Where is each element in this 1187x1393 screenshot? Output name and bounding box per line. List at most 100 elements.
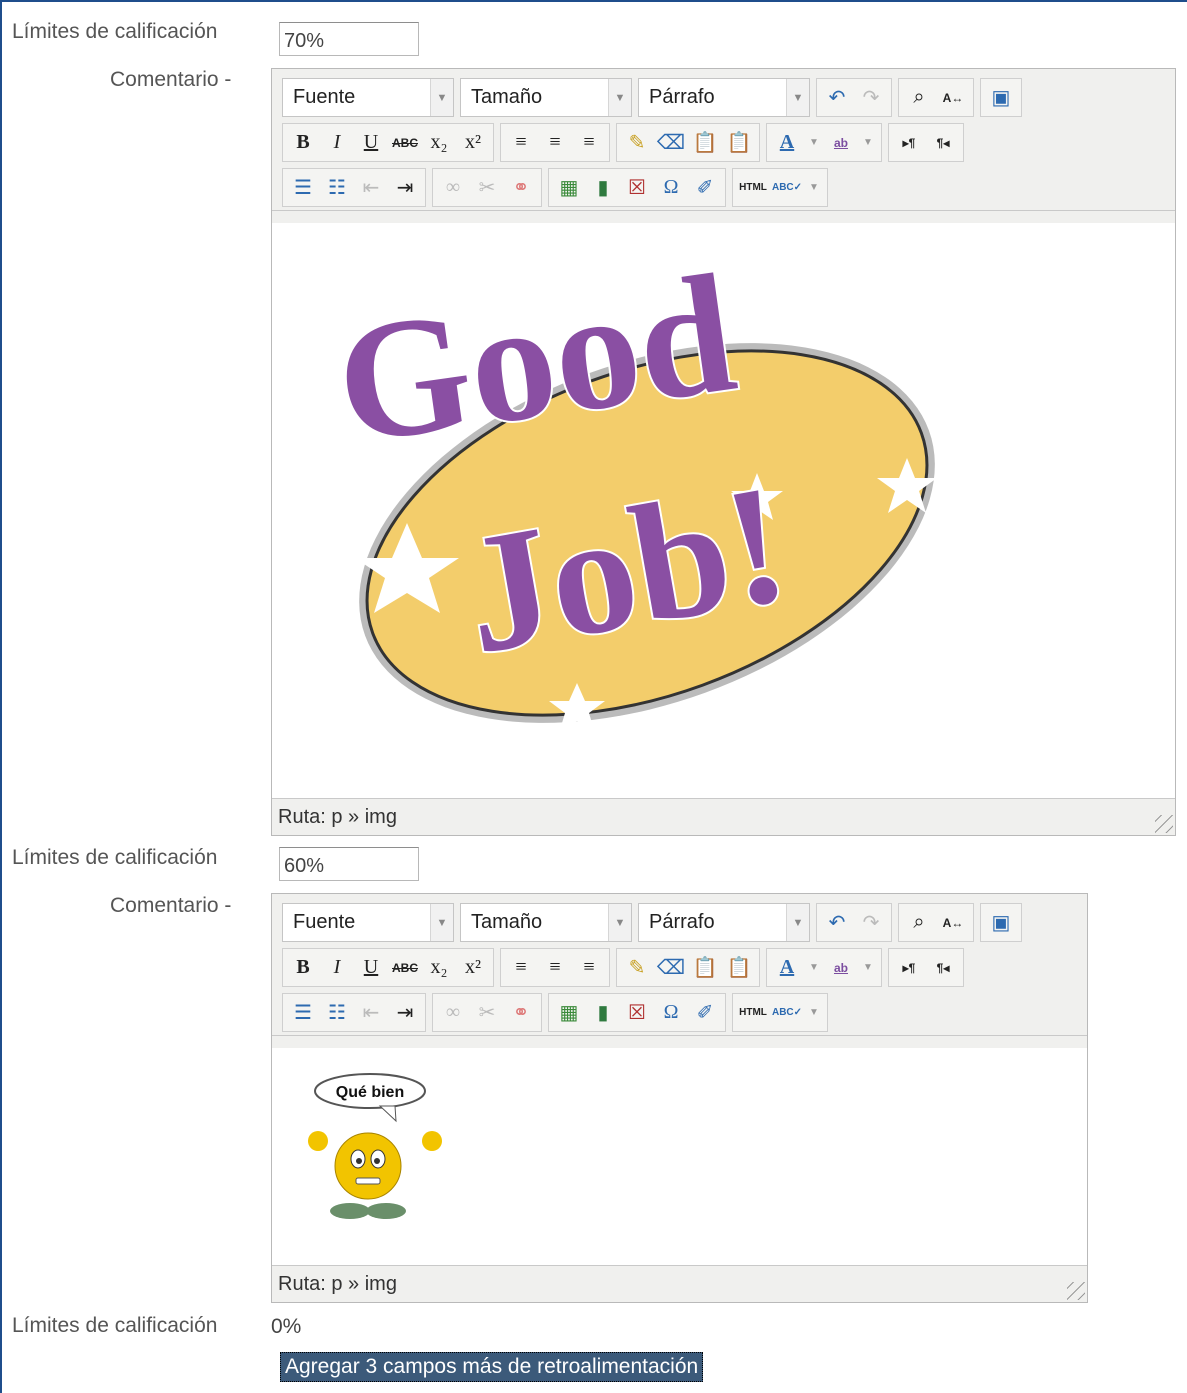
unlink-icon[interactable]: ✂ — [470, 171, 504, 205]
redo-icon[interactable]: ↷ — [854, 81, 888, 115]
grade-limit-input[interactable] — [279, 847, 419, 881]
font-family-select[interactable]: Fuente ▼ — [282, 903, 454, 942]
chevron-down-icon[interactable]: ▼ — [804, 951, 824, 985]
spellcheck-icon[interactable]: ABC✓ — [770, 996, 804, 1030]
replace-icon[interactable]: A↔ — [936, 81, 970, 115]
subscript-icon[interactable]: x₂ — [422, 951, 456, 985]
italic-icon[interactable]: I — [320, 951, 354, 985]
chevron-down-icon[interactable]: ▼ — [858, 126, 878, 160]
numbered-list-icon[interactable]: ☷ — [320, 171, 354, 205]
bullet-list-icon[interactable]: ☰ — [286, 171, 320, 205]
align-left-icon[interactable]: ≡ — [504, 951, 538, 985]
align-left-icon[interactable]: ≡ — [504, 126, 538, 160]
paste-text-icon[interactable]: 📋 — [688, 951, 722, 985]
chevron-down-icon[interactable]: ▼ — [804, 171, 824, 205]
insert-image-icon[interactable]: ▦ — [552, 171, 586, 205]
fullscreen-group: ▣ — [980, 903, 1022, 942]
anchor-icon[interactable]: ⚭ — [504, 996, 538, 1030]
anchor-icon[interactable]: ⚭ — [504, 171, 538, 205]
ltr-icon[interactable]: ▸¶ — [892, 951, 926, 985]
paragraph-format-select[interactable]: Párrafo ▼ — [638, 903, 810, 942]
fullscreen-icon[interactable]: ▣ — [984, 906, 1018, 940]
text-color-icon[interactable]: A — [770, 951, 804, 985]
undo-icon[interactable]: ↶ — [820, 906, 854, 940]
indent-icon[interactable]: ⇥ — [388, 996, 422, 1030]
italic-icon[interactable]: I — [320, 126, 354, 160]
chevron-down-icon[interactable]: ▼ — [858, 951, 878, 985]
numbered-list-icon[interactable]: ☷ — [320, 996, 354, 1030]
special-char-icon[interactable]: Ω — [654, 171, 688, 205]
find-icon[interactable]: ⌕ — [902, 906, 936, 940]
bullet-list-icon[interactable]: ☰ — [286, 996, 320, 1030]
eraser-icon[interactable]: ⌫ — [654, 951, 688, 985]
eraser-icon[interactable]: ⌫ — [654, 126, 688, 160]
bold-icon[interactable]: B — [286, 126, 320, 160]
rtl-icon[interactable]: ¶◂ — [926, 951, 960, 985]
redo-icon[interactable]: ↷ — [854, 906, 888, 940]
find-icon[interactable]: ⌕ — [902, 81, 936, 115]
resize-handle-icon[interactable] — [1067, 1282, 1085, 1300]
bold-icon[interactable]: B — [286, 951, 320, 985]
direction-group: ▸¶ ¶◂ — [888, 123, 964, 162]
edit-icon[interactable]: ✐ — [688, 171, 722, 205]
align-center-icon[interactable]: ≡ — [538, 951, 572, 985]
chevron-down-icon[interactable]: ▼ — [804, 996, 824, 1030]
insert-nolink-icon[interactable]: ☒ — [620, 996, 654, 1030]
paste-word-icon[interactable]: 📋 — [722, 126, 756, 160]
underline-icon[interactable]: U — [354, 951, 388, 985]
clean-format-icon[interactable]: ✎ — [620, 126, 654, 160]
unlink-icon[interactable]: ✂ — [470, 996, 504, 1030]
ltr-icon[interactable]: ▸¶ — [892, 126, 926, 160]
html-source-icon[interactable]: HTML — [736, 996, 770, 1030]
paste-text-icon[interactable]: 📋 — [688, 126, 722, 160]
special-char-icon[interactable]: Ω — [654, 996, 688, 1030]
highlight-color-icon[interactable]: ab — [824, 126, 858, 160]
outdent-icon[interactable]: ⇤ — [354, 996, 388, 1030]
chevron-down-icon: ▼ — [608, 79, 631, 116]
link-icon[interactable]: ∞ — [436, 996, 470, 1030]
resize-handle-icon[interactable] — [1155, 815, 1173, 833]
editor-content[interactable]: Good Job! — [272, 223, 1175, 801]
paragraph-format-select[interactable]: Párrafo ▼ — [638, 78, 810, 117]
superscript-icon[interactable]: x² — [456, 126, 490, 160]
superscript-icon[interactable]: x² — [456, 951, 490, 985]
subscript-icon[interactable]: x₂ — [422, 126, 456, 160]
insert-media-icon[interactable]: ▮ — [586, 996, 620, 1030]
clean-format-icon[interactable]: ✎ — [620, 951, 654, 985]
list-group: ☰ ☷ ⇤ ⇥ — [282, 168, 426, 207]
add-feedback-fields-button[interactable]: Agregar 3 campos más de retroalimentació… — [280, 1352, 704, 1382]
text-color-icon[interactable]: A — [770, 126, 804, 160]
strikethrough-icon[interactable]: ABC — [388, 126, 422, 160]
insert-nolink-icon[interactable]: ☒ — [620, 171, 654, 205]
undo-icon[interactable]: ↶ — [820, 81, 854, 115]
paste-word-icon[interactable]: 📋 — [722, 951, 756, 985]
insert-media-icon[interactable]: ▮ — [586, 171, 620, 205]
highlight-color-icon[interactable]: ab — [824, 951, 858, 985]
align-right-icon[interactable]: ≡ — [572, 126, 606, 160]
align-center-icon[interactable]: ≡ — [538, 126, 572, 160]
font-size-select[interactable]: Tamaño ▼ — [460, 903, 632, 942]
align-right-icon[interactable]: ≡ — [572, 951, 606, 985]
insert-image-icon[interactable]: ▦ — [552, 996, 586, 1030]
font-family-select[interactable]: Fuente ▼ — [282, 78, 454, 117]
list-group: ☰ ☷ ⇤ ⇥ — [282, 993, 426, 1032]
editor-content[interactable]: Qué bien — [272, 1048, 1087, 1268]
edit-icon[interactable]: ✐ — [688, 996, 722, 1030]
insert-group: ▦ ▮ ☒ Ω ✐ — [548, 993, 726, 1032]
outdent-icon[interactable]: ⇤ — [354, 171, 388, 205]
smiley-image: Qué bien — [308, 1073, 442, 1219]
strikethrough-icon[interactable]: ABC — [388, 951, 422, 985]
grade-limit-input[interactable] — [279, 22, 419, 56]
font-size-select[interactable]: Tamaño ▼ — [460, 78, 632, 117]
fullscreen-icon[interactable]: ▣ — [984, 81, 1018, 115]
chevron-down-icon[interactable]: ▼ — [804, 126, 824, 160]
alignment-group: ≡ ≡ ≡ — [500, 123, 610, 162]
indent-icon[interactable]: ⇥ — [388, 171, 422, 205]
html-source-icon[interactable]: HTML — [736, 171, 770, 205]
underline-icon[interactable]: U — [354, 126, 388, 160]
rtl-icon[interactable]: ¶◂ — [926, 126, 960, 160]
alignment-group: ≡ ≡ ≡ — [500, 948, 610, 987]
link-icon[interactable]: ∞ — [436, 171, 470, 205]
spellcheck-icon[interactable]: ABC✓ — [770, 171, 804, 205]
replace-icon[interactable]: A↔ — [936, 906, 970, 940]
